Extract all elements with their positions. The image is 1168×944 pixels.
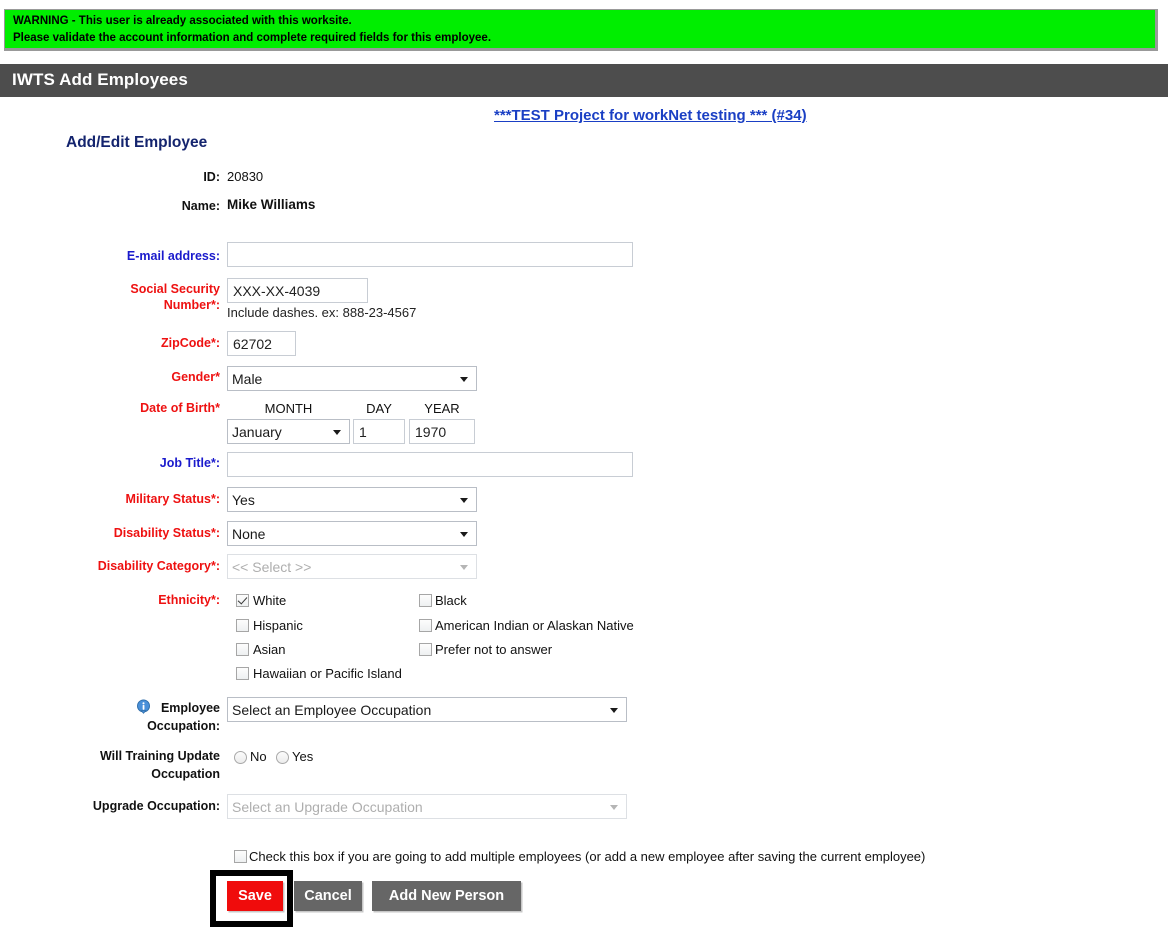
add-multiple-employees-label: Check this box if you are going to add m…	[249, 849, 926, 864]
zipcode-field[interactable]	[227, 331, 296, 356]
training-update-label-line-2: Occupation	[151, 767, 220, 781]
military-status-label: Military Status*:	[125, 492, 220, 506]
ssn-label-line-2: Number*:	[163, 298, 220, 312]
gender-select-wrapper[interactable]: Male	[227, 366, 477, 391]
id-label: ID:	[203, 170, 220, 184]
disability-status-select-wrapper[interactable]: None	[227, 521, 477, 546]
dob-year-field[interactable]	[409, 419, 475, 444]
military-status-select[interactable]: Yes	[227, 487, 477, 512]
add-new-person-button[interactable]: Add New Person	[372, 881, 521, 911]
training-update-radio-label-yes: Yes	[292, 749, 314, 764]
ssn-label-line-1: Social Security	[130, 282, 220, 296]
page-header-bar: IWTS Add Employees	[0, 64, 1168, 97]
name-label: Name:	[181, 199, 220, 213]
ethnicity-label-white: White	[253, 593, 287, 608]
add-multiple-employees-checkbox[interactable]	[234, 850, 247, 863]
ethnicity-label-american-indian: American Indian or Alaskan Native	[435, 618, 634, 633]
name-value: Mike Williams	[227, 197, 316, 212]
ethnicity-checkbox-hawaiian[interactable]	[236, 667, 249, 680]
ssn-field[interactable]	[227, 278, 368, 303]
training-update-label-line-1: Will Training Update	[99, 749, 220, 763]
upgrade-occupation-select-wrapper: Select an Upgrade Occupation	[227, 794, 627, 819]
cancel-button[interactable]: Cancel	[294, 881, 362, 911]
ethnicity-label-hawaiian: Hawaiian or Pacific Island	[253, 666, 402, 681]
dob-month-select[interactable]: January	[227, 419, 350, 444]
ethnicity-label-black: Black	[435, 593, 467, 608]
section-heading-add-edit-employee: Add/Edit Employee	[66, 134, 208, 151]
employee-occupation-select-wrapper[interactable]: Select an Employee Occupation	[227, 697, 627, 722]
project-link[interactable]: ***TEST Project for workNet testing *** …	[494, 107, 807, 124]
ssn-hint: Include dashes. ex: 888-23-4567	[227, 305, 417, 320]
employee-occupation-select[interactable]: Select an Employee Occupation	[227, 697, 627, 722]
save-button[interactable]: Save	[227, 881, 283, 911]
ethnicity-label: Ethnicity*:	[158, 593, 220, 607]
id-value: 20830	[227, 169, 264, 184]
disability-category-label: Disability Category*:	[97, 559, 220, 573]
ethnicity-checkbox-white[interactable]	[236, 594, 249, 607]
dob-day-field[interactable]	[353, 419, 405, 444]
disability-status-select[interactable]: None	[227, 521, 477, 546]
disability-category-select: << Select >>	[227, 554, 477, 579]
warning-line-1: WARNING - This user is already associate…	[13, 15, 352, 27]
ethnicity-checkbox-black[interactable]	[419, 594, 432, 607]
dob-month-header: MONTH	[264, 401, 313, 416]
info-icon[interactable]	[136, 699, 151, 714]
training-update-radio-yes[interactable]	[276, 751, 289, 764]
ethnicity-label-hispanic: Hispanic	[253, 618, 303, 633]
warning-line-2: Please validate the account information …	[13, 32, 492, 44]
ethnicity-checkbox-asian[interactable]	[236, 643, 249, 656]
ethnicity-label-prefer-not-to-answer: Prefer not to answer	[435, 642, 553, 657]
dob-year-header: YEAR	[424, 401, 460, 416]
date-of-birth-label: Date of Birth*	[140, 401, 220, 415]
dob-month-select-wrapper[interactable]: January	[227, 419, 350, 444]
ethnicity-checkbox-prefer-not-to-answer[interactable]	[419, 643, 432, 656]
job-title-field[interactable]	[227, 452, 633, 477]
ethnicity-checkbox-american-indian[interactable]	[419, 619, 432, 632]
gender-select[interactable]: Male	[227, 366, 477, 391]
warning-banner: WARNING - This user is already associate…	[4, 9, 1158, 51]
employee-occupation-label-line-1: Employee	[160, 701, 220, 715]
zipcode-label: ZipCode*:	[160, 336, 220, 350]
job-title-label: Job Title*:	[159, 456, 220, 470]
ethnicity-label-asian: Asian	[253, 642, 286, 657]
dob-day-header: DAY	[366, 401, 392, 416]
email-label: E-mail address:	[126, 249, 220, 263]
page-title: IWTS Add Employees	[12, 70, 188, 89]
employee-occupation-label-line-2: Occupation:	[147, 719, 220, 733]
training-update-radio-label-no: No	[250, 749, 267, 764]
upgrade-occupation-label: Upgrade Occupation:	[92, 799, 220, 813]
disability-category-select-wrapper: << Select >>	[227, 554, 477, 579]
email-field[interactable]	[227, 242, 633, 267]
training-update-radio-no[interactable]	[234, 751, 247, 764]
upgrade-occupation-select: Select an Upgrade Occupation	[227, 794, 627, 819]
military-status-select-wrapper[interactable]: Yes	[227, 487, 477, 512]
disability-status-label: Disability Status*:	[113, 526, 220, 540]
ethnicity-checkbox-hispanic[interactable]	[236, 619, 249, 632]
gender-label: Gender*	[171, 370, 220, 384]
